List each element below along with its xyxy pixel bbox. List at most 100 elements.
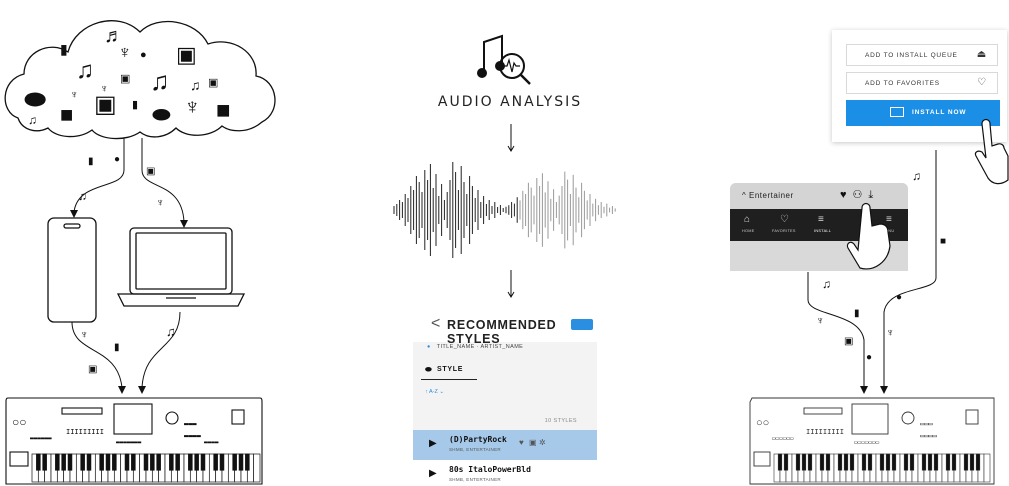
audio-analysis-icon — [477, 34, 531, 85]
install-icon[interactable]: ▣ — [529, 438, 537, 447]
favorite-icon[interactable]: ♥ — [519, 438, 524, 447]
style-row[interactable]: ▶ (D)PartyRock SHMB, ENTERTAINER ♥ ▣ ✲ — [413, 430, 597, 460]
play-icon[interactable]: ▶ — [429, 438, 437, 449]
svg-text:▮: ▮ — [88, 156, 94, 167]
black-key — [849, 453, 855, 471]
amplifier-icon: ▣ — [208, 77, 218, 89]
black-key — [67, 453, 73, 471]
svg-text:♆: ♆ — [156, 197, 164, 209]
amplifier-icon: ▣ — [120, 73, 130, 85]
black-key — [200, 453, 206, 471]
black-key — [795, 453, 801, 471]
black-key — [783, 453, 789, 471]
black-key — [36, 453, 41, 471]
smartphone-icon — [47, 217, 97, 323]
black-key — [891, 453, 897, 471]
svg-text:IIIIIIIII: IIIIIIIII — [66, 428, 104, 436]
music-note-icon: ♫ — [76, 57, 94, 84]
black-key — [807, 453, 813, 471]
svg-text:♫: ♫ — [912, 169, 921, 183]
speaker-icon: ■ — [60, 102, 73, 127]
black-key — [131, 453, 136, 471]
svg-text:▬▬▬: ▬▬▬ — [184, 420, 197, 428]
black-key — [232, 453, 237, 471]
black-key — [188, 453, 193, 471]
style-count: 10 STYLES — [544, 418, 577, 424]
drum-icon: ▮ — [60, 41, 68, 57]
svg-text:♆: ♆ — [80, 329, 88, 341]
svg-text:▮: ▮ — [114, 342, 120, 353]
black-key — [80, 453, 85, 471]
black-key — [963, 453, 969, 471]
svg-text:♆: ♆ — [816, 315, 824, 327]
sort-dropdown[interactable]: ↑ A-Z ⌄ — [425, 389, 444, 395]
drum-icon: ⬬ — [152, 102, 171, 127]
black-key — [55, 453, 60, 471]
svg-text:▬▬▬▬▬▬: ▬▬▬▬▬▬ — [30, 435, 52, 442]
hand-cursor-icon — [846, 202, 891, 270]
black-key — [879, 453, 885, 471]
music-note-icon: ♫ — [150, 66, 170, 96]
recommended-styles-header: < RECOMMENDED STYLES — [413, 308, 597, 346]
svg-text:○○: ○○ — [756, 417, 769, 429]
black-key — [843, 453, 849, 471]
black-key — [194, 453, 199, 471]
down-arrow-icon — [507, 270, 515, 298]
black-key — [86, 453, 92, 471]
black-key — [867, 453, 873, 471]
black-key — [150, 453, 155, 471]
hand-cursor-icon — [974, 118, 1009, 185]
svg-text:♫: ♫ — [78, 189, 87, 203]
audio-waveform — [393, 162, 616, 258]
trumpet-icon: ♆ — [118, 42, 132, 62]
arranger-keyboard-right: ○○ ▭▭▭▭▭▭ IIIIIIIII ▭▭▭▭▭▭▭ ▭▭▭ ▭▭▭▭ — [749, 397, 995, 485]
svg-text:●: ● — [114, 154, 120, 165]
svg-text:▣: ▣ — [146, 166, 155, 177]
keyboard-controls: ○○ ▭▭▭▭▭▭ IIIIIIIII ▭▭▭▭▭▭▭ ▭▭▭ ▭▭▭▭ — [756, 417, 937, 446]
svg-text:IIIIIIIII: IIIIIIIII — [806, 428, 844, 436]
black-key — [213, 453, 218, 471]
svg-text:▬▬▬▬: ▬▬▬▬ — [204, 439, 219, 446]
tab-style[interactable]: ⬬ STYLE — [421, 363, 477, 380]
svg-text:▬▬▬▬: ▬▬▬▬ — [184, 432, 202, 440]
piano-keys — [773, 453, 991, 483]
black-key — [112, 453, 117, 471]
svg-text:▣: ▣ — [88, 364, 97, 375]
play-icon[interactable]: ▶ — [429, 468, 437, 479]
amplifier-icon: ▣ — [176, 42, 197, 67]
connector-icons: ♫ ■ ♫ ● ♆ ▮ ♆ ▣ ● — [816, 169, 946, 363]
black-key — [975, 453, 981, 471]
black-key — [885, 453, 891, 471]
black-key — [861, 453, 867, 471]
black-key — [61, 453, 66, 471]
trumpet-icon: ♆ — [70, 89, 78, 101]
black-key — [819, 453, 825, 471]
black-key — [801, 453, 807, 471]
black-key — [143, 453, 149, 471]
cloud-content-icons: ▮ ♬ ♆ ● ▣ ♫ ♆ ▣ ♫ ♫ ▣ ⬬ ■ ♆ ▣ ▮ ⬬ ♆ ■ ♫ — [24, 25, 231, 127]
svg-text:▭▭▭▭: ▭▭▭▭ — [920, 432, 937, 440]
style-row[interactable]: ▶ 80s ItaloPowerBld SHMB, ENTERTAINER — [413, 460, 597, 486]
svg-text:▭▭▭▭▭▭: ▭▭▭▭▭▭ — [772, 435, 794, 442]
svg-text:♫: ♫ — [822, 277, 831, 291]
svg-text:●: ● — [866, 352, 872, 363]
svg-text:♆: ♆ — [886, 327, 894, 339]
keyboard-controls: ○○ ▬▬▬▬▬▬ IIIIIIIII ▬▬▬▬▬▬▬ ▬▬▬ ▬▬▬▬ ▬▬▬… — [12, 415, 219, 446]
audio-analysis-title: AUDIO ANALYSIS — [437, 94, 583, 110]
back-chevron-icon[interactable]: < — [431, 315, 440, 333]
black-key — [945, 453, 951, 471]
svg-text:▮: ▮ — [854, 308, 860, 319]
white-key — [253, 453, 261, 483]
black-key — [42, 453, 47, 471]
title-artist-line: ● TITLE_NAME · ARTIST_NAME — [427, 344, 524, 350]
trumpet-icon: ♆ — [184, 94, 201, 119]
black-key — [903, 453, 909, 471]
settings-icon[interactable]: ✲ — [539, 438, 546, 447]
amplifier-icon: ▣ — [94, 91, 117, 118]
black-key — [219, 453, 225, 471]
black-key — [245, 453, 250, 471]
black-key — [124, 453, 130, 471]
speaker-icon: ■ — [216, 97, 231, 124]
black-key — [825, 453, 831, 471]
svg-text:▣: ▣ — [844, 336, 853, 347]
